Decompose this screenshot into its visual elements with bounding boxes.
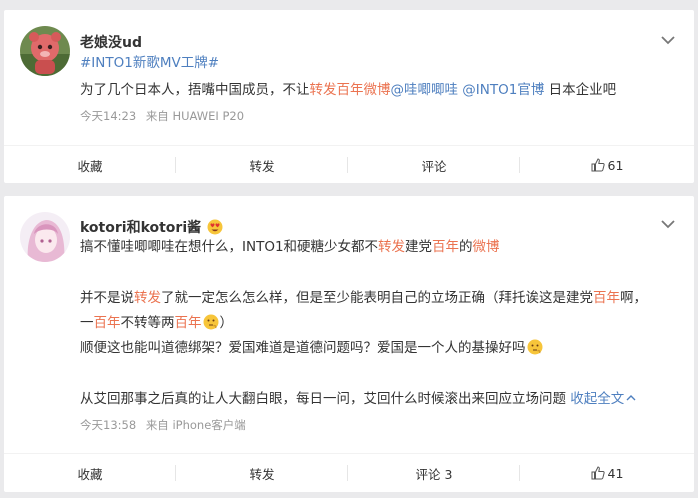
fold-text-link[interactable]: 收起全文 bbox=[570, 391, 636, 407]
text-segment: 日本企业吧 bbox=[544, 82, 617, 98]
thinking-emoji-icon bbox=[203, 314, 219, 330]
post-source: 来自 iPhone客户端 bbox=[145, 418, 246, 432]
post-source: 来自 HUAWEI P20 bbox=[145, 109, 245, 123]
thinking-emoji-icon bbox=[527, 339, 543, 355]
text-segment: 啊， bbox=[620, 290, 647, 306]
highlight-keyword[interactable]: 百年 bbox=[175, 315, 202, 331]
post-text-line: 一百年不转等两百年 ） bbox=[80, 313, 233, 333]
avatar[interactable] bbox=[20, 26, 70, 76]
text-segment: 从艾回那事之后真的让人大翻白眼，每日一问，艾回什么时候滚出来回应立场问题 bbox=[80, 391, 566, 407]
post-text-line: 顺便这也能叫道德绑架？爱国难道是道德问题吗？爱国是一个人的基操好吗 bbox=[80, 338, 544, 358]
favorite-button[interactable]: 收藏 bbox=[4, 146, 176, 184]
text-segment: 一 bbox=[80, 315, 94, 331]
username-link[interactable]: kotori和kotori酱 bbox=[80, 220, 201, 236]
comment-label: 评论 bbox=[421, 158, 447, 174]
comment-label: 评论 3 bbox=[415, 466, 453, 482]
post-time[interactable]: 今天13:58 bbox=[80, 418, 136, 432]
post-card: 老娘没ud #INTO1新歌MV工牌# 为了几个日本人，捂嘴中国成员，不让转发百… bbox=[4, 10, 694, 183]
text-segment: 为了几个日本人，捂嘴中国成员，不让 bbox=[80, 82, 310, 98]
repost-label: 转发 bbox=[249, 158, 275, 174]
highlight-keyword[interactable]: 转发百年微博 bbox=[310, 82, 391, 98]
post-card: kotori和kotori酱 搞不懂哇唧唧哇在想什么，INTO1和硬糖少女都不转… bbox=[4, 196, 694, 492]
paren-close: ） bbox=[219, 315, 234, 331]
highlight-keyword[interactable]: 百年 bbox=[94, 315, 121, 331]
text-segment: 不转等两 bbox=[120, 315, 175, 331]
heart-eyes-emoji-icon bbox=[207, 219, 223, 235]
repost-button[interactable]: 转发 bbox=[176, 146, 348, 184]
text-segment: 建党 bbox=[405, 239, 433, 255]
action-bar: 收藏 转发 评论 61 bbox=[4, 145, 694, 183]
post-text-line: 并不是说转发了就一定怎么怎么样，但是至少能表明自己的立场正确（拜托诶这是建党百年… bbox=[80, 288, 647, 308]
text-segment: 搞不懂哇唧唧哇在想什么，INTO1和硬糖少女都不 bbox=[80, 239, 379, 255]
thumbs-up-icon bbox=[591, 158, 605, 172]
chevron-down-icon[interactable] bbox=[660, 34, 676, 46]
text-segment: 了就一定怎么怎么样，但是至少能表明自己的立场正确（拜托诶这是建党 bbox=[161, 290, 593, 306]
comment-button[interactable]: 评论 3 bbox=[348, 454, 520, 492]
post-text: 为了几个日本人，捂嘴中国成员，不让转发百年微博@哇唧唧哇 @INTO1官博 日本… bbox=[80, 80, 616, 100]
repost-label: 转发 bbox=[249, 466, 275, 482]
post-text-line: 搞不懂哇唧唧哇在想什么，INTO1和硬糖少女都不转发建党百年的微博 bbox=[80, 237, 500, 257]
post-meta: 今天13:58 来自 iPhone客户端 bbox=[80, 417, 252, 433]
like-button[interactable]: 41 bbox=[520, 454, 694, 492]
text-segment: 的 bbox=[459, 239, 473, 255]
highlight-keyword[interactable]: 转发 bbox=[378, 239, 405, 255]
favorite-label: 收藏 bbox=[77, 158, 103, 174]
fold-label: 收起全文 bbox=[570, 391, 625, 407]
highlight-keyword[interactable]: 转发 bbox=[134, 290, 161, 306]
comment-button[interactable]: 评论 bbox=[348, 146, 520, 184]
like-count: 41 bbox=[607, 465, 624, 481]
username: kotori和kotori酱 bbox=[80, 217, 224, 237]
action-bar: 收藏 转发 评论 3 41 bbox=[4, 453, 694, 491]
text-segment: 并不是说 bbox=[80, 290, 134, 306]
favorite-label: 收藏 bbox=[77, 466, 103, 482]
thumbs-up-icon bbox=[591, 466, 605, 480]
like-count: 61 bbox=[607, 157, 624, 173]
chevron-up-icon bbox=[626, 394, 636, 402]
highlight-keyword[interactable]: 百年 bbox=[432, 239, 459, 255]
favorite-button[interactable]: 收藏 bbox=[4, 454, 176, 492]
highlight-keyword[interactable]: 百年 bbox=[593, 290, 620, 306]
post-meta: 今天14:23 来自 HUAWEI P20 bbox=[80, 108, 250, 124]
repost-button[interactable]: 转发 bbox=[176, 454, 348, 492]
chevron-down-icon[interactable] bbox=[660, 218, 676, 230]
post-text-line: 从艾回那事之后真的让人大翻白眼，每日一问，艾回什么时候滚出来回应立场问题 收起全… bbox=[80, 389, 636, 409]
hashtag-link[interactable]: #INTO1新歌MV工牌# bbox=[80, 53, 219, 73]
username[interactable]: 老娘没ud bbox=[80, 32, 142, 52]
highlight-keyword[interactable]: 微博 bbox=[473, 239, 500, 255]
avatar[interactable] bbox=[20, 212, 70, 262]
post-time[interactable]: 今天14:23 bbox=[80, 109, 136, 123]
like-button[interactable]: 61 bbox=[520, 146, 694, 184]
mention-link[interactable]: @INTO1官博 bbox=[462, 82, 544, 98]
text-segment: 顺便这也能叫道德绑架？爱国难道是道德问题吗？爱国是一个人的基操好吗 bbox=[80, 340, 526, 356]
mention-link[interactable]: @哇唧唧哇 bbox=[391, 82, 459, 98]
